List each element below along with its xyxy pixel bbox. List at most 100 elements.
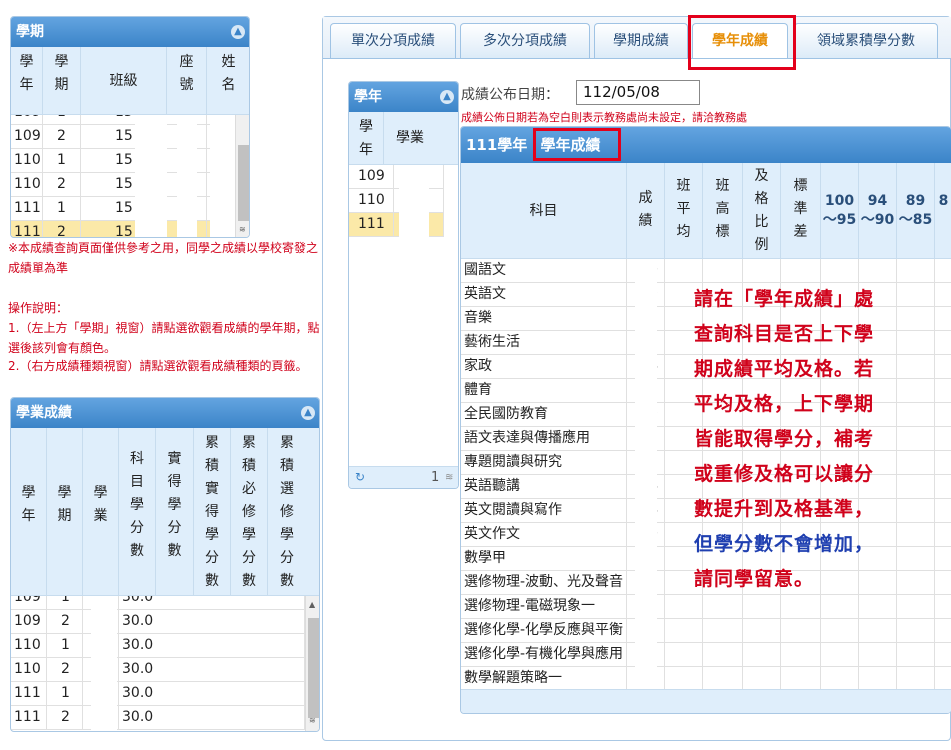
grade-panel-footer xyxy=(461,689,951,713)
col-header-score[interactable]: 成績 xyxy=(627,163,665,259)
subject-stat-cell xyxy=(665,259,703,283)
col-header-cum-required[interactable]: 累積必修學分數 xyxy=(231,428,268,596)
semester-scrollbar[interactable]: ≋ xyxy=(235,115,249,237)
collapse-icon[interactable]: ▲ xyxy=(440,90,454,104)
col-header-pass-ratio[interactable]: 及格比例 xyxy=(743,163,781,259)
subject-stat-cell xyxy=(743,259,781,283)
col-header-major[interactable]: 學業 xyxy=(384,112,458,165)
redaction-mask xyxy=(177,115,197,237)
subject-name: 選修化學-有機化學與應用 xyxy=(461,643,627,667)
row-year: 110 xyxy=(11,173,43,197)
credits-row[interactable]: 110 2 30.0 xyxy=(11,658,305,682)
col-header-range-100-95[interactable]: 100 ～95 xyxy=(821,163,859,259)
col-header-class[interactable]: 班級 xyxy=(81,47,167,115)
collapse-icon[interactable]: ▲ xyxy=(301,406,315,420)
col-header-year[interactable]: 學年 xyxy=(11,428,47,596)
col-header-std[interactable]: 標準差 xyxy=(781,163,821,259)
subject-stat-cell xyxy=(665,595,703,619)
subject-name: 英語文 xyxy=(461,283,627,307)
semester-row[interactable]: 109 2 15 xyxy=(11,125,235,149)
row-credits: 30.0 xyxy=(119,596,305,610)
subject-row[interactable]: 國語文0 xyxy=(461,259,951,283)
col-header-cum-elective[interactable]: 累積選修學分數 xyxy=(268,428,319,596)
subject-stat-cell xyxy=(935,259,951,283)
annotation-line: 請同學留意。 xyxy=(694,568,815,590)
scrollbar-thumb[interactable] xyxy=(308,618,319,718)
resize-grip-icon: ≋ xyxy=(309,716,316,725)
col-header-earned[interactable]: 實得學分數 xyxy=(156,428,194,596)
credits-row[interactable]: 111 2 30.0 xyxy=(11,706,305,730)
credits-row[interactable]: 110 1 30.0 xyxy=(11,634,305,658)
row-term: 1 xyxy=(43,197,81,221)
semester-row[interactable]: 109 1 15 xyxy=(11,115,235,125)
row-term: 2 xyxy=(43,173,81,197)
col-header-subject[interactable]: 科目 xyxy=(461,163,627,259)
publish-date-field[interactable]: 112/05/08 xyxy=(576,80,700,105)
tab-semester-score[interactable]: 學期成績 xyxy=(594,23,688,58)
subject-stat-cell xyxy=(821,643,859,667)
col-header-seat[interactable]: 座號 xyxy=(167,47,207,115)
credits-row[interactable]: 111 1 30.0 xyxy=(11,682,305,706)
subject-row[interactable]: 數學解題策略一1 xyxy=(461,667,951,689)
semester-row[interactable]: 111 1 15 xyxy=(11,197,235,221)
col-header-range-next[interactable]: 8 xyxy=(935,163,951,259)
subject-stat-cell xyxy=(703,619,743,643)
subject-row[interactable]: 選修化學-有機化學與應用1 xyxy=(461,643,951,667)
scrollbar-thumb[interactable] xyxy=(238,145,249,221)
subject-name: 專題閱讀與研究 xyxy=(461,451,627,475)
col-credits-label: 科目學分數 xyxy=(130,451,144,559)
col-header-class-high[interactable]: 班高標 xyxy=(703,163,743,259)
tab-domain-credits[interactable]: 領域累積學分數 xyxy=(794,23,938,58)
col-term-label: 學期 xyxy=(57,485,72,524)
col-header-class-avg[interactable]: 班平均 xyxy=(665,163,703,259)
row-credits: 30.0 xyxy=(119,610,305,634)
credits-scrollbar[interactable]: ▲ ≋ xyxy=(305,596,319,731)
col-header-range-89-85[interactable]: 89 ～85 xyxy=(897,163,935,259)
col-header-term[interactable]: 學期 xyxy=(47,428,83,596)
semester-list: 109 1 15 109 2 15 110 1 15 110 2 15 xyxy=(11,115,235,237)
tab-single-score[interactable]: 單次分項成績 xyxy=(330,23,456,58)
col-header-name[interactable]: 姓名 xyxy=(207,47,249,115)
subject-name: 數學甲 xyxy=(461,547,627,571)
subject-name: 數學解題策略一 xyxy=(461,667,627,689)
subject-stat-cell xyxy=(821,667,859,689)
row-year: 111 xyxy=(11,682,47,706)
semester-row[interactable]: 110 1 15 xyxy=(11,149,235,173)
refresh-icon[interactable]: ↻ xyxy=(355,470,365,484)
semester-row[interactable]: 110 2 15 xyxy=(11,173,235,197)
row-term: 1 xyxy=(47,682,83,706)
col-class-avg-label: 班平均 xyxy=(676,178,691,240)
subject-row[interactable]: 選修物理-電磁現象一3 xyxy=(461,595,951,619)
redaction-mask xyxy=(399,167,429,237)
col-header-credits[interactable]: 科目學分數 xyxy=(119,428,156,596)
range-top-label: 100 xyxy=(824,193,855,209)
subject-stat-cell xyxy=(781,643,821,667)
col-header-major[interactable]: 學業 xyxy=(83,428,119,596)
row-term: 2 xyxy=(47,706,83,730)
col-major-label: 學業 xyxy=(396,130,424,146)
col-header-year[interactable]: 學年 xyxy=(349,112,384,165)
col-header-term[interactable]: 學期 xyxy=(43,47,81,115)
row-term: 2 xyxy=(43,221,81,237)
subject-name: 家政 xyxy=(461,355,627,379)
col-header-year[interactable]: 學年 xyxy=(11,47,43,115)
year-pager: ↻ 1 ≋ xyxy=(349,466,458,488)
scroll-up-icon[interactable]: ▲ xyxy=(309,600,315,609)
col-header-cum-earned[interactable]: 累積實得學分數 xyxy=(194,428,231,596)
col-header-range-94-90[interactable]: 94 ～90 xyxy=(859,163,897,259)
subject-stat-cell xyxy=(703,595,743,619)
tab-multi-score[interactable]: 多次分項成績 xyxy=(460,23,590,58)
row-year: 110 xyxy=(349,189,394,213)
subject-stat-cell xyxy=(935,667,951,689)
collapse-icon[interactable]: ▲ xyxy=(231,25,245,39)
semester-row-selected[interactable]: 111 2 15 xyxy=(11,221,235,237)
row-year: 111 xyxy=(349,213,394,237)
credits-row[interactable]: 109 1 30.0 xyxy=(11,596,305,610)
ops-step-1: 1.（左上方「學期」視窗）請點選欲觀看成績的學年期，點選後該列會有顏色。 xyxy=(8,321,320,355)
subject-stat-cell xyxy=(743,667,781,689)
col-earned-label: 實得學分數 xyxy=(167,451,182,559)
subject-stat-cell xyxy=(781,259,821,283)
row-term: 1 xyxy=(43,149,81,173)
subject-row[interactable]: 選修化學-化學反應與平衡1 xyxy=(461,619,951,643)
credits-row[interactable]: 109 2 30.0 xyxy=(11,610,305,634)
